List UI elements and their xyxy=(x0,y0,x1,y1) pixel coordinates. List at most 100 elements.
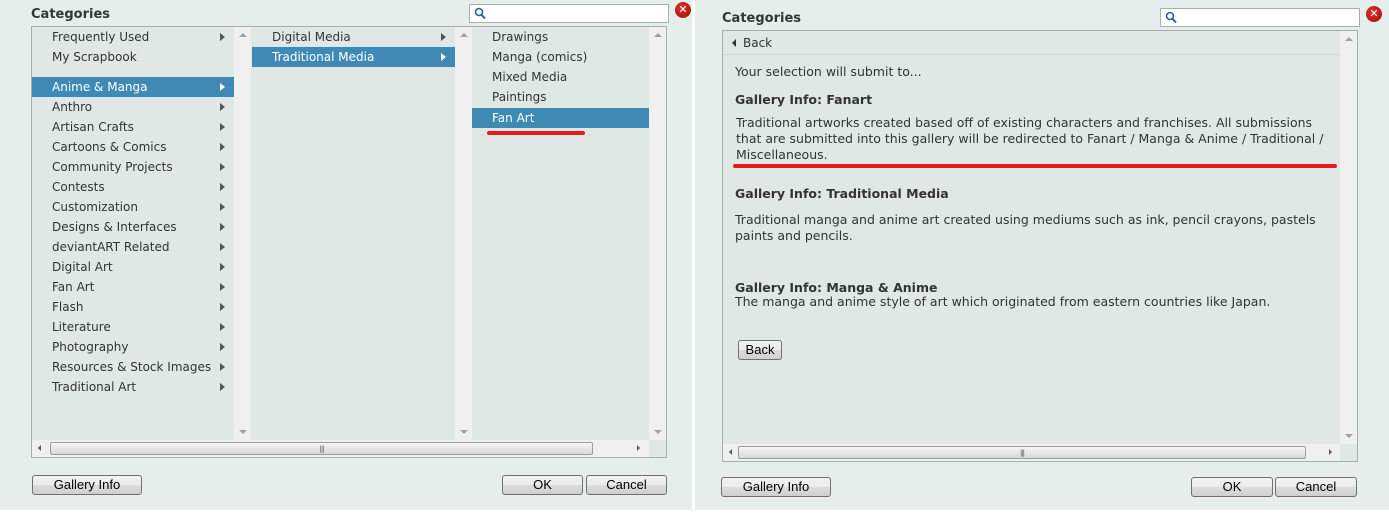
annotation-underline xyxy=(733,164,1337,168)
column-3-scrollbar[interactable] xyxy=(649,27,666,440)
category-item-label: Cartoons & Comics xyxy=(52,140,167,154)
chevron-right-icon xyxy=(220,323,225,331)
section-heading: Gallery Info: Traditional Media xyxy=(735,186,949,201)
category-item[interactable]: Manga (comics) xyxy=(472,47,649,67)
scroll-left-icon[interactable] xyxy=(729,449,732,455)
ok-button[interactable]: OK xyxy=(502,475,583,495)
category-dialog-right: Categories ✕ Back Your selection will su… xyxy=(695,0,1389,510)
category-item[interactable]: Resources & Stock Images xyxy=(32,357,234,377)
category-item[interactable]: Paintings xyxy=(472,87,649,107)
section-body: The manga and anime style of art which o… xyxy=(735,294,1271,309)
category-item-label: Designs & Interfaces xyxy=(52,220,177,234)
close-icon[interactable]: ✕ xyxy=(675,2,691,18)
chevron-right-icon xyxy=(220,143,225,151)
category-item[interactable]: Photography xyxy=(32,337,234,357)
section-body: Traditional manga and anime art created … xyxy=(735,212,1316,243)
scroll-left-icon[interactable] xyxy=(38,445,41,451)
category-item[interactable]: Fan Art xyxy=(32,277,234,297)
close-icon[interactable]: ✕ xyxy=(1366,6,1382,22)
category-item-label: Resources & Stock Images xyxy=(52,360,212,374)
annotation-underline xyxy=(487,131,585,135)
category-item[interactable]: Anthro xyxy=(32,97,234,117)
chevron-right-icon xyxy=(220,363,225,371)
chevron-right-icon xyxy=(441,33,446,41)
category-item-label: Community Projects xyxy=(52,160,173,174)
category-item[interactable]: Anime & Manga xyxy=(32,77,234,97)
vertical-scrollbar[interactable] xyxy=(1340,31,1357,444)
category-item-label: Fan Art xyxy=(492,111,535,125)
category-item[interactable]: Cartoons & Comics xyxy=(32,137,234,157)
search-icon xyxy=(1165,11,1177,24)
category-item[interactable]: Literature xyxy=(32,317,234,337)
section-body: Traditional artworks created based off o… xyxy=(736,115,1324,162)
scrollbar-thumb[interactable]: ||| xyxy=(50,442,593,455)
category-item-label: Paintings xyxy=(492,90,547,104)
chevron-right-icon xyxy=(220,343,225,351)
category-item[interactable]: Fan Art xyxy=(472,108,649,128)
gallery-info-button[interactable]: Gallery Info xyxy=(721,477,831,497)
gallery-info-button[interactable]: Gallery Info xyxy=(32,475,142,495)
category-item[interactable]: Artisan Crafts xyxy=(32,117,234,137)
intro-text: Your selection will submit to... xyxy=(735,64,922,79)
horizontal-scrollbar[interactable]: ||| xyxy=(32,440,649,457)
dialog-title: Categories xyxy=(31,7,111,22)
category-item[interactable]: deviantART Related xyxy=(32,237,234,257)
category-item-label: Fan Art xyxy=(52,280,95,294)
back-link-label: Back xyxy=(743,36,773,50)
category-item[interactable]: Traditional Media xyxy=(252,47,455,67)
category-item[interactable]: Frequently Used xyxy=(32,27,234,47)
category-item-label: Contests xyxy=(52,180,105,194)
category-item[interactable]: Digital Art xyxy=(32,257,234,277)
category-item[interactable]: Customization xyxy=(32,197,234,217)
column-2-scrollbar[interactable] xyxy=(455,27,472,440)
back-link[interactable]: Back xyxy=(723,31,1340,55)
category-item[interactable]: Drawings xyxy=(472,27,649,47)
chevron-right-icon xyxy=(220,103,225,111)
category-item[interactable]: Flash xyxy=(32,297,234,317)
category-item[interactable]: Contests xyxy=(32,177,234,197)
category-item-label: Anime & Manga xyxy=(52,80,148,94)
cancel-button[interactable]: Cancel xyxy=(586,475,667,495)
chevron-right-icon xyxy=(441,53,446,61)
category-item-label: Manga (comics) xyxy=(492,50,588,64)
search-input[interactable] xyxy=(1160,8,1360,27)
category-item-label: deviantART Related xyxy=(52,240,170,254)
category-item[interactable]: Designs & Interfaces xyxy=(32,217,234,237)
category-browser: Frequently Used My Scrapbook Anime & Manga… xyxy=(31,26,667,458)
chevron-right-icon xyxy=(220,243,225,251)
category-item-label: My Scrapbook xyxy=(52,50,137,64)
back-arrow-icon xyxy=(732,39,736,47)
category-item-label: Frequently Used xyxy=(52,30,150,44)
chevron-right-icon xyxy=(220,203,225,211)
back-button[interactable]: Back xyxy=(738,340,782,360)
category-item[interactable]: My Scrapbook xyxy=(32,47,234,67)
scrollbar-thumb[interactable]: ||| xyxy=(738,446,1306,459)
category-item[interactable]: Digital Media xyxy=(252,27,455,47)
chevron-right-icon xyxy=(220,383,225,391)
category-item-label: Drawings xyxy=(492,30,549,44)
search-icon xyxy=(474,7,486,20)
search-input[interactable] xyxy=(469,4,669,23)
category-column-2: Digital Media Traditional Media xyxy=(252,27,455,440)
scroll-right-icon[interactable] xyxy=(637,445,640,451)
category-item-label: Photography xyxy=(52,340,129,354)
chevron-right-icon xyxy=(220,183,225,191)
category-item-label: Traditional Media xyxy=(272,50,375,64)
horizontal-scrollbar[interactable]: ||| xyxy=(723,444,1340,461)
category-item-label: Flash xyxy=(52,300,84,314)
category-item-label: Literature xyxy=(52,320,111,334)
scroll-right-icon[interactable] xyxy=(1329,449,1332,455)
category-item[interactable]: Mixed Media xyxy=(472,67,649,87)
ok-button[interactable]: OK xyxy=(1191,477,1273,497)
category-item-label: Traditional Art xyxy=(52,380,137,394)
category-item[interactable]: Community Projects xyxy=(32,157,234,177)
category-dialog-left: Categories ✕ Frequently Used My Scrapbook… xyxy=(0,0,692,510)
category-item-label: Customization xyxy=(52,200,138,214)
category-item-label: Anthro xyxy=(52,100,93,114)
category-item[interactable]: Traditional Art xyxy=(32,377,234,397)
column-1-scrollbar[interactable] xyxy=(234,27,251,440)
cancel-button[interactable]: Cancel xyxy=(1275,477,1357,497)
chevron-right-icon xyxy=(220,83,225,91)
category-item-label: Digital Media xyxy=(272,30,351,44)
category-column-1: Frequently Used My Scrapbook Anime & Manga… xyxy=(32,27,234,440)
